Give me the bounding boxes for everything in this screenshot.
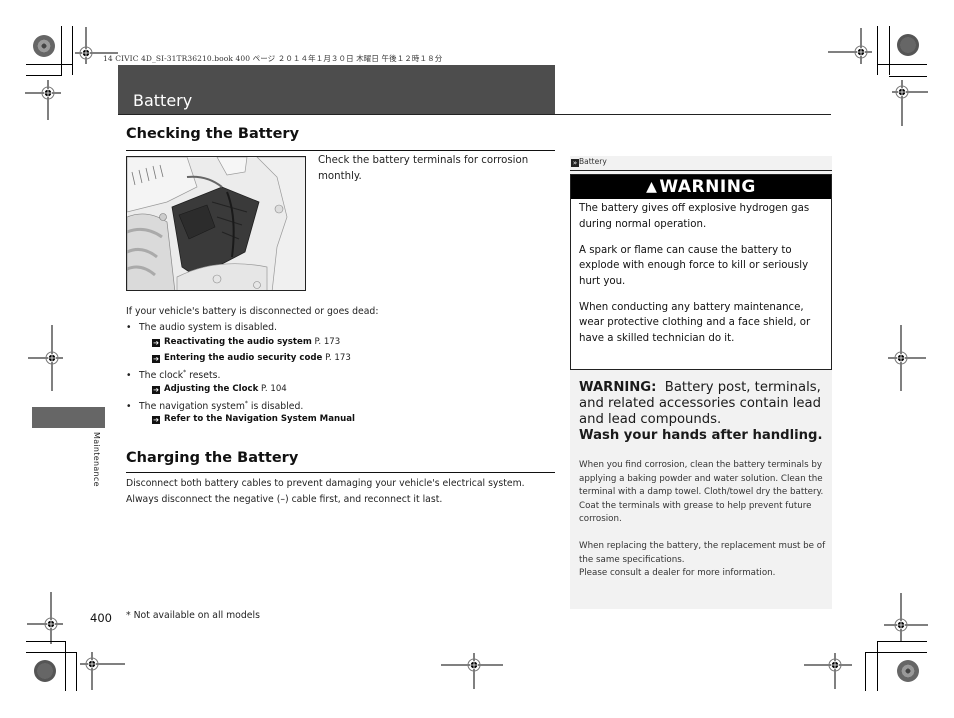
- page-title-bar: Battery: [118, 65, 555, 114]
- bullet-item: • The navigation system* is disabled.: [126, 400, 304, 412]
- warning-body: The battery gives off explosive hydrogen…: [571, 199, 831, 346]
- panel-divider: [570, 170, 832, 171]
- registration-crosshair-icon: [28, 325, 63, 391]
- registration-crosshair-icon: [892, 80, 928, 126]
- side-notes-panel: » Battery ▲ WARNING The battery gives off …: [570, 156, 832, 609]
- color-rosette-icon: [897, 660, 919, 682]
- registration-crosshair-icon: [828, 28, 872, 64]
- panel-breadcrumb[interactable]: » Battery: [570, 156, 832, 170]
- corrosion-note: When you find corrosion, clean the batte…: [579, 460, 824, 524]
- warning-paragraph: The battery gives off explosive hydrogen…: [579, 203, 810, 230]
- reference-arrow-icon: ➔: [152, 416, 160, 424]
- reference-arrow-icon: ➔: [152, 355, 160, 363]
- section-heading-charging: Charging the Battery: [126, 450, 299, 466]
- battery-engine-bay-drawing: [127, 157, 305, 290]
- checking-lead: If your vehicle's battery is disconnecte…: [126, 306, 379, 317]
- cross-reference-link[interactable]: ➔ Refer to the Navigation System Manual: [152, 414, 355, 424]
- warning-paragraph: A spark or flame can cause the battery t…: [579, 244, 809, 287]
- warning-header: ▲ WARNING: [571, 175, 831, 199]
- cross-reference-link[interactable]: ➔ Entering the audio security code P. 173: [152, 353, 351, 363]
- registration-crosshair-icon: [80, 652, 125, 690]
- title-divider: [118, 114, 831, 115]
- print-header: 14 CIVIC 4D_SI-31TR36210.book 400 ページ ２０…: [103, 54, 443, 63]
- registration-crosshair-icon: [25, 80, 61, 120]
- registration-crosshair-icon: [27, 592, 63, 644]
- cross-reference-link[interactable]: ➔ Reactivating the audio system P. 173: [152, 337, 340, 347]
- lead-warning: WARNING: Battery post, terminals, and re…: [579, 380, 823, 443]
- cross-reference-link[interactable]: ➔ Adjusting the Clock P. 104: [152, 384, 287, 394]
- registration-crosshair-icon: [441, 653, 503, 689]
- checking-intro: Check the battery terminals for corrosio…: [318, 155, 529, 182]
- color-rosette-icon: [33, 35, 55, 57]
- chapter-tab[interactable]: [32, 407, 105, 428]
- section-heading-checking: Checking the Battery: [126, 126, 300, 142]
- page-number: 400: [90, 611, 112, 625]
- replacement-note: When replacing the battery, the replacem…: [579, 541, 826, 578]
- page-title: Battery: [133, 91, 193, 110]
- charging-text-line: Disconnect both battery cables to preven…: [126, 478, 525, 489]
- battery-illustration: [126, 156, 306, 291]
- reference-arrow-icon: ➔: [152, 386, 160, 394]
- double-chevron-icon: »: [571, 159, 579, 167]
- reference-arrow-icon: ➔: [152, 339, 160, 347]
- registration-crosshair-icon: [884, 593, 928, 641]
- warning-paragraph: When conducting any battery maintenance,…: [579, 301, 811, 344]
- charging-text-line: Always disconnect the negative (–) cable…: [126, 494, 443, 505]
- gray-rosette-icon: [34, 660, 56, 682]
- chapter-tab-label: Maintenance: [92, 432, 101, 487]
- bullet-item: • The audio system is disabled.: [126, 322, 277, 333]
- footnote: * Not available on all models: [126, 610, 260, 621]
- registration-crosshair-icon: [888, 325, 926, 391]
- warning-triangle-icon: ▲: [646, 179, 658, 195]
- section-divider: [126, 150, 555, 151]
- warning-box: ▲ WARNING The battery gives off explosive…: [570, 174, 832, 370]
- section-divider: [126, 472, 555, 473]
- gray-rosette-icon: [897, 34, 919, 56]
- bullet-item: • The clock* resets.: [126, 369, 221, 381]
- registration-crosshair-icon: [804, 653, 852, 689]
